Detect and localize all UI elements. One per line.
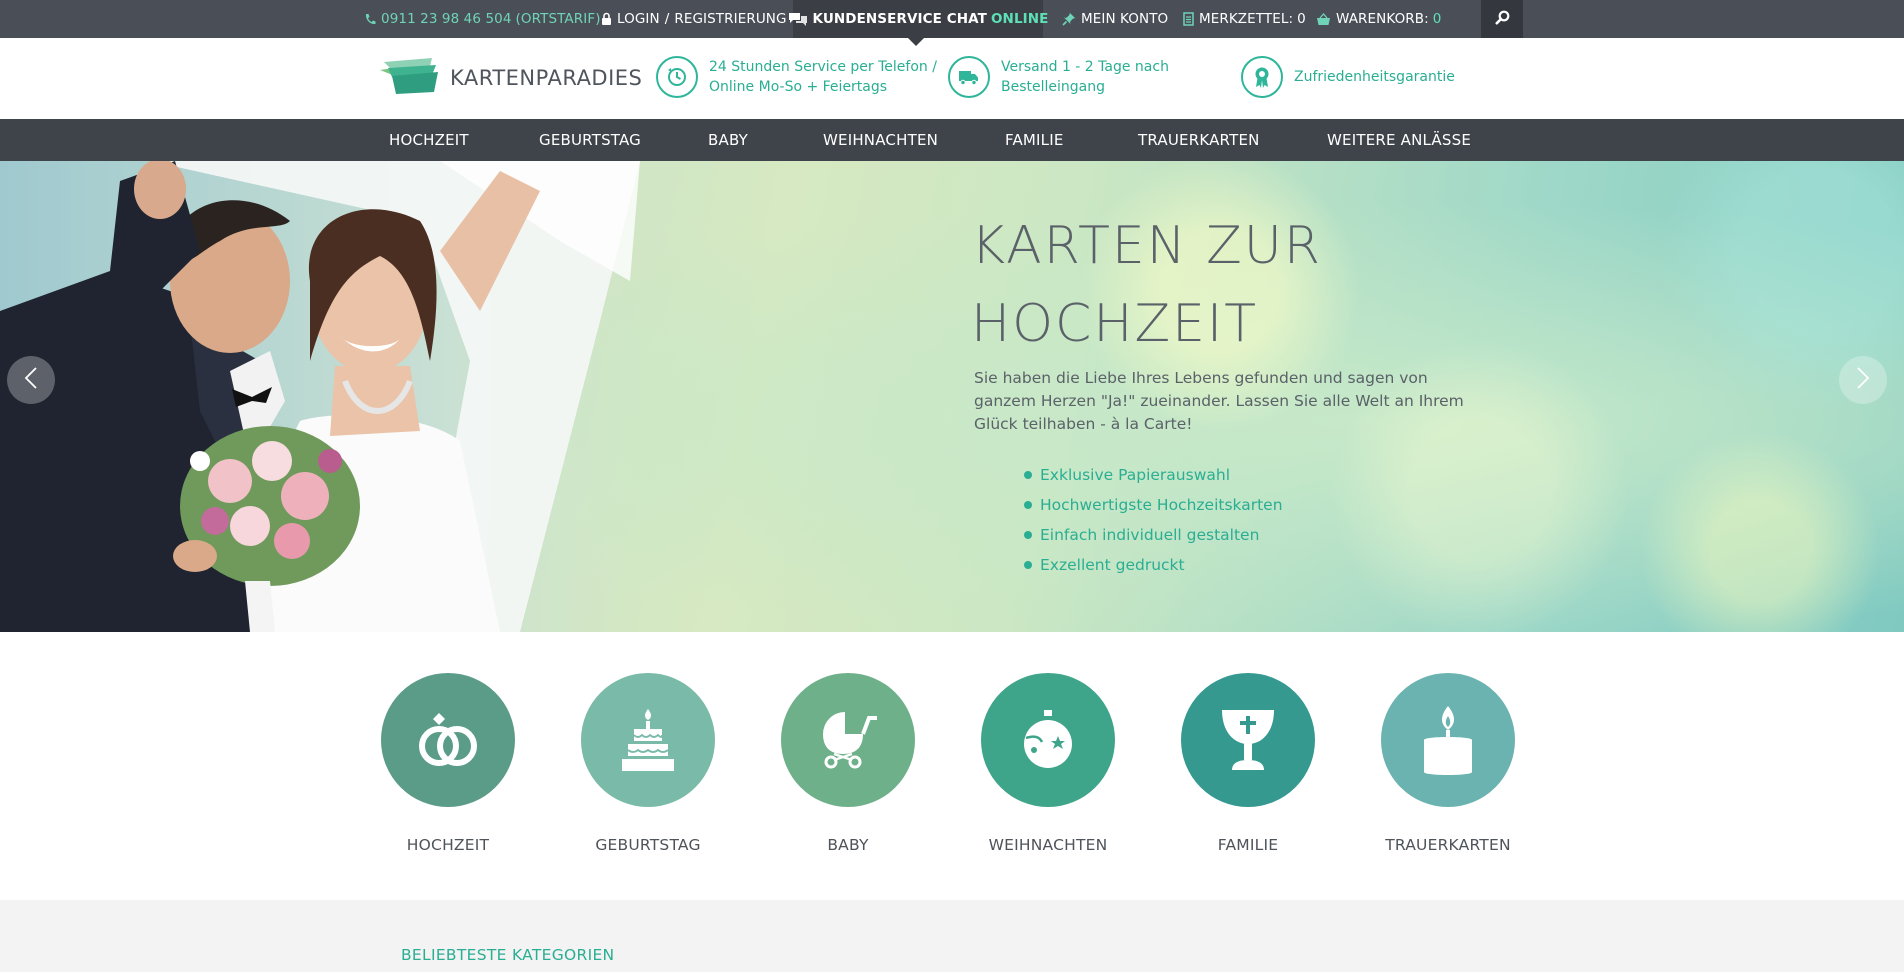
bullet-dot-icon: [1024, 561, 1032, 569]
basket-icon: [1316, 12, 1331, 26]
category-hochzeit[interactable]: HOCHZEIT: [381, 673, 515, 854]
hero-title-line1: KARTEN ZUR: [971, 216, 1322, 276]
cart-label: WARENKORB:: [1336, 11, 1429, 27]
usp-shipping-line1: Versand 1 - 2 Tage nach: [1001, 59, 1169, 75]
wishlist-link[interactable]: MERKZETTEL: 0: [1183, 0, 1306, 38]
nav-item-familie[interactable]: FAMILIE: [1005, 119, 1064, 161]
award-icon: [1241, 56, 1283, 98]
chevron-left-icon: [24, 366, 38, 394]
stroller-icon: [781, 673, 915, 807]
truck-icon: [948, 56, 990, 98]
hero-title: KARTEN ZUR HOCHZEIT: [971, 207, 1491, 363]
nav-item-hochzeit[interactable]: HOCHZEIT: [389, 119, 469, 161]
bullet-text: Exzellent gedruckt: [1040, 556, 1185, 574]
customer-chat-button[interactable]: KUNDENSERVICE CHAT ONLINE: [788, 0, 1048, 38]
hero-photo: [0, 161, 640, 632]
nav-item-weihnachten[interactable]: WEIHNACHTEN: [823, 119, 938, 161]
usp-service: 24 Stunden Service per Telefon / Online …: [656, 56, 937, 98]
usp-guarantee: Zufriedenheitsgarantie: [1241, 56, 1455, 98]
category-trauerkarten[interactable]: TRAUERKARTEN: [1381, 673, 1515, 854]
phone-icon: [364, 13, 376, 26]
category-label: FAMILIE: [1217, 836, 1279, 854]
search-button[interactable]: [1481, 0, 1523, 38]
bullet-dot-icon: [1024, 531, 1032, 539]
category-label: GEBURTSTAG: [595, 836, 701, 854]
login-link[interactable]: LOGIN: [617, 11, 660, 27]
chat-label: KUNDENSERVICE CHAT: [812, 11, 987, 27]
chat-status: ONLINE: [990, 11, 1049, 27]
popular-categories-title: BELIEBTESTE KATEGORIEN: [401, 946, 615, 964]
top-utility-bar: 0911 23 98 46 504 (ORTSTARIF) LOGIN / RE…: [0, 0, 1904, 46]
list-item: Exklusive Papierauswahl: [1024, 460, 1283, 490]
bullet-dot-icon: [1024, 471, 1032, 479]
category-baby[interactable]: BABY: [781, 673, 915, 854]
login-register: LOGIN / REGISTRIERUNG: [601, 0, 787, 38]
hero-description: Sie haben die Liebe Ihres Lebens gefunde…: [974, 369, 1464, 433]
category-label: TRAUERKARTEN: [1385, 836, 1511, 854]
cart-count: 0: [1432, 11, 1442, 27]
clock-icon: [656, 56, 698, 98]
rings-icon: [381, 673, 515, 807]
category-section: HOCHZEIT GEBURTSTAG BABY WEIHNACHTEN FAM…: [0, 632, 1904, 900]
bullet-text: Hochwertigste Hochzeitskarten: [1040, 496, 1283, 514]
chat-icon: [788, 11, 808, 27]
slider-prev-button[interactable]: [7, 356, 55, 404]
category-label: WEIHNACHTEN: [988, 836, 1108, 854]
hero-title-line2: HOCHZEIT: [971, 294, 1259, 354]
chalice-icon: [1181, 673, 1315, 807]
category-familie[interactable]: FAMILIE: [1181, 673, 1315, 854]
bullet-text: Einfach individuell gestalten: [1040, 526, 1260, 544]
notepad-icon: [1183, 12, 1194, 26]
cake-icon: [581, 673, 715, 807]
nav-item-baby[interactable]: BABY: [708, 119, 748, 161]
cart-link[interactable]: WARENKORB: 0: [1316, 0, 1442, 38]
chat-caret: [908, 38, 924, 46]
lock-icon: [601, 12, 612, 26]
chevron-right-icon: [1856, 366, 1870, 394]
hero-bullet-list: Exklusive Papierauswahl Hochwertigste Ho…: [1024, 460, 1283, 580]
logo-text: KARTENPARADIES: [450, 66, 643, 90]
register-link[interactable]: REGISTRIERUNG: [674, 11, 786, 27]
slider-next-button[interactable]: [1839, 356, 1887, 404]
phone-link[interactable]: 0911 23 98 46 504 (ORTSTARIF): [364, 0, 601, 38]
site-header: KARTENPARADIES 24 Stunden Service per Te…: [0, 38, 1904, 119]
login-separator: /: [664, 11, 670, 27]
list-item: Einfach individuell gestalten: [1024, 520, 1283, 550]
usp-guarantee-line1: Zufriedenheitsgarantie: [1294, 69, 1455, 85]
candle-icon: [1381, 673, 1515, 807]
ornament-icon: [981, 673, 1115, 807]
popular-categories-section: BELIEBTESTE KATEGORIEN: [0, 900, 1904, 972]
nav-item-weitere-anlaesse[interactable]: WEITERE ANLÄSSE: [1327, 119, 1471, 161]
bullet-text: Exklusive Papierauswahl: [1040, 466, 1230, 484]
category-label: BABY: [827, 836, 869, 854]
category-label: HOCHZEIT: [406, 836, 490, 854]
wishlist-label: MERKZETTEL:: [1199, 11, 1294, 27]
bullet-dot-icon: [1024, 501, 1032, 509]
list-item: Hochwertigste Hochzeitskarten: [1024, 490, 1283, 520]
usp-shipping: Versand 1 - 2 Tage nach Bestelleingang: [948, 56, 1169, 98]
category-geburtstag[interactable]: GEBURTSTAG: [581, 673, 715, 854]
my-account-link[interactable]: MEIN KONTO: [1062, 0, 1168, 38]
list-item: Exzellent gedruckt: [1024, 550, 1283, 580]
usp-service-line1: 24 Stunden Service per Telefon /: [709, 59, 937, 75]
pin-icon: [1062, 12, 1076, 26]
hero-slider: KARTEN ZUR HOCHZEIT Sie haben die Liebe …: [0, 161, 1904, 632]
usp-shipping-line2: Bestelleingang: [1001, 79, 1105, 95]
phone-note: (ORTSTARIF): [515, 11, 601, 27]
phone-number: 0911 23 98 46 504: [381, 11, 512, 27]
nav-item-trauerkarten[interactable]: TRAUERKARTEN: [1138, 119, 1260, 161]
category-weihnachten[interactable]: WEIHNACHTEN: [981, 673, 1115, 854]
logo-link[interactable]: KARTENPARADIES: [380, 58, 642, 98]
logo-icon: [380, 58, 438, 98]
main-navigation: HOCHZEIT GEBURTSTAG BABY WEIHNACHTEN FAM…: [0, 119, 1904, 161]
nav-item-geburtstag[interactable]: GEBURTSTAG: [539, 119, 641, 161]
usp-service-line2: Online Mo-So + Feiertags: [709, 79, 888, 95]
wishlist-count: 0: [1297, 11, 1306, 27]
account-label: MEIN KONTO: [1081, 11, 1169, 27]
search-icon: [1495, 10, 1510, 29]
